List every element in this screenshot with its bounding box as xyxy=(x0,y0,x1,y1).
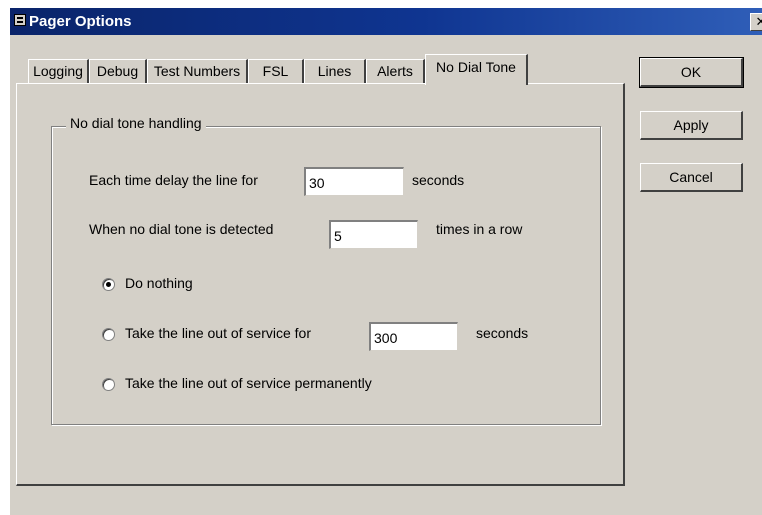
delay-seconds-input[interactable]: 30 xyxy=(304,167,404,196)
out-of-service-seconds-input[interactable]: 300 xyxy=(369,322,458,351)
detect-unit-label: times in a row xyxy=(436,221,523,237)
ok-button[interactable]: OK xyxy=(639,57,744,88)
radio-out-of-service-permanently-label[interactable]: Take the line out of service permanently xyxy=(125,375,372,391)
pager-options-icon xyxy=(14,14,26,26)
radio-do-nothing[interactable] xyxy=(102,278,115,291)
tab-debug[interactable]: Debug xyxy=(89,59,147,84)
tab-test-numbers[interactable]: Test Numbers xyxy=(147,59,248,84)
apply-button[interactable]: Apply xyxy=(640,111,743,140)
tab-lines[interactable]: Lines xyxy=(304,59,366,84)
tab-logging[interactable]: Logging xyxy=(28,59,89,84)
out-of-service-unit-label: seconds xyxy=(476,325,529,341)
radio-selected-dot xyxy=(106,282,111,287)
radio-do-nothing-label[interactable]: Do nothing xyxy=(125,275,193,291)
detect-count-input[interactable]: 5 xyxy=(329,220,418,249)
radio-out-of-service-permanently[interactable] xyxy=(102,378,115,391)
detect-label: When no dial tone is detected xyxy=(89,221,274,237)
window-title: Pager Options xyxy=(29,13,132,30)
close-icon[interactable]: ✕ xyxy=(750,13,762,31)
cancel-button[interactable]: Cancel xyxy=(640,163,743,192)
delay-unit-label: seconds xyxy=(412,172,465,188)
tab-no-dial-tone[interactable]: No Dial Tone xyxy=(425,54,528,85)
radio-out-of-service-for-label[interactable]: Take the line out of service for xyxy=(125,325,311,341)
delay-label: Each time delay the line for xyxy=(89,172,258,188)
tab-alerts[interactable]: Alerts xyxy=(366,59,425,84)
groupbox-title: No dial tone handling xyxy=(66,115,206,131)
title-bar: Pager Options ✕ xyxy=(10,8,762,35)
radio-out-of-service-for[interactable] xyxy=(102,328,115,341)
tab-fsl[interactable]: FSL xyxy=(248,59,304,84)
